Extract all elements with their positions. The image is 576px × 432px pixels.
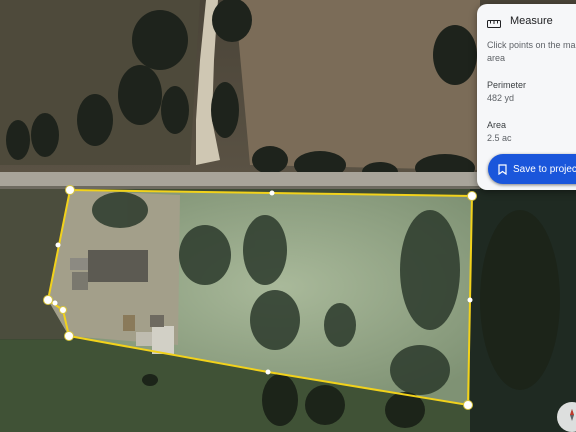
area-label: Area <box>487 120 507 130</box>
save-to-project-button[interactable]: Save to project <box>488 154 576 184</box>
save-to-project-label: Save to project <box>513 163 576 175</box>
midpoint-handle[interactable] <box>52 300 58 306</box>
area-value: 2.5 ac <box>487 133 512 143</box>
vertex-point[interactable] <box>65 185 75 195</box>
measure-instructions: Click points on the map area <box>487 40 576 63</box>
perimeter-value: 482 yd <box>487 93 515 103</box>
ruler-icon <box>487 16 501 28</box>
midpoint-handle[interactable] <box>55 242 61 248</box>
vertex-point[interactable] <box>43 295 53 305</box>
midpoint-handle[interactable] <box>269 190 275 196</box>
compass-icon <box>565 408 576 427</box>
bookmark-icon <box>498 163 507 175</box>
midpoint-handle[interactable] <box>265 369 271 375</box>
vertex-point[interactable] <box>64 331 74 341</box>
vertex-point[interactable] <box>467 191 477 201</box>
vertex-point[interactable] <box>59 306 67 314</box>
perimeter-label: Perimeter <box>487 80 527 90</box>
measure-panel-header: Measure <box>487 15 553 28</box>
vertex-point[interactable] <box>463 400 473 410</box>
measure-title: Measure <box>510 15 553 27</box>
field-north-east <box>235 0 480 170</box>
midpoint-handle[interactable] <box>467 297 473 303</box>
